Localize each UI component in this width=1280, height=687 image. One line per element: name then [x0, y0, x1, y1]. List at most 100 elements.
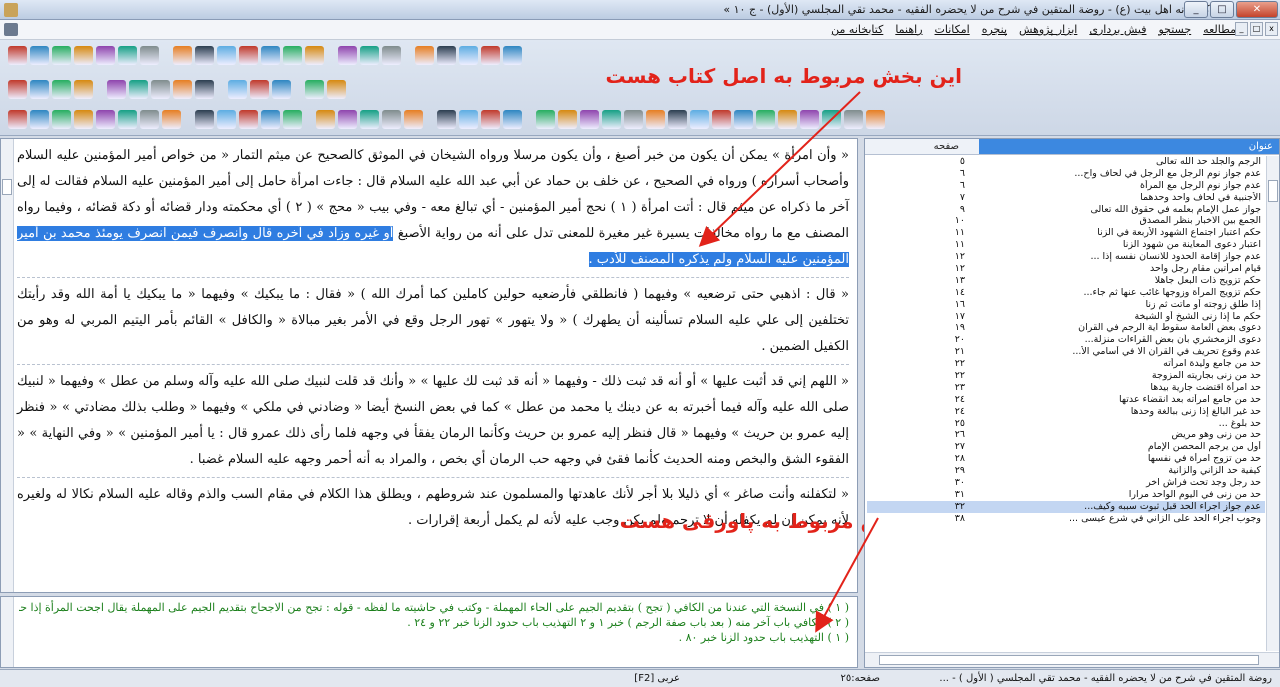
toolbar-button-icon[interactable] [646, 109, 665, 129]
menu-fish[interactable]: فيش بردارى [1089, 23, 1146, 36]
toolbar-button-icon[interactable] [756, 109, 775, 129]
toc-row[interactable]: وجوب اجراء الحد على الزاني في شرع عيسى .… [867, 513, 1265, 525]
toolbar-button-icon[interactable] [140, 109, 159, 129]
toolbar-button-icon[interactable] [437, 109, 456, 129]
toolbar-button-icon[interactable] [107, 79, 126, 99]
footnote-scrollbar[interactable] [1, 597, 14, 667]
toc-row[interactable]: أول من يرجم المحصن الإمام ٢٧ [867, 441, 1265, 453]
toolbar-button-icon[interactable] [459, 109, 478, 129]
toolbar-button-icon[interactable] [239, 45, 258, 65]
toc-row[interactable]: عدم جواز نوم الرجل مع المرأة ٦ [867, 180, 1265, 192]
toc-row[interactable]: حد امرأة اقتضت جارية بيدها ٢٣ [867, 382, 1265, 394]
toc-hscrollbar[interactable] [865, 652, 1279, 667]
main-scrollbar[interactable] [1, 139, 14, 592]
toc-row[interactable]: عدم وقوع تحريف في القرآن الا في أسامي ال… [867, 346, 1265, 358]
toolbar-button-icon[interactable] [74, 45, 93, 65]
toolbar-button-icon[interactable] [580, 109, 599, 129]
toolbar-button-icon[interactable] [96, 109, 115, 129]
toolbar-button-icon[interactable] [338, 109, 357, 129]
toc-col-title[interactable]: عنوان [979, 139, 1279, 154]
toc-row[interactable]: دعوى بعض العامة سقوط آية الرجم في القرآن… [867, 322, 1265, 334]
toc-row[interactable]: حد من زنى وهو مريض ٢٦ [867, 429, 1265, 441]
toc-row[interactable]: عدم جواز نوم الرجل مع الرجل في لحاف واح.… [867, 168, 1265, 180]
toolbar-button-icon[interactable] [459, 45, 478, 65]
toolbar-button-icon[interactable] [624, 109, 643, 129]
toc-row[interactable]: حد بلوغ ... ٢٥ [867, 418, 1265, 430]
menu-ketabkhaneh[interactable]: كتابخانه من [831, 23, 883, 36]
toolbar-button-icon[interactable] [437, 45, 456, 65]
menu-rahnama[interactable]: راهنما [895, 23, 922, 36]
toc-row[interactable]: حد من زنى بجاريته المزوجة ٢٢ [867, 370, 1265, 382]
toc-row[interactable]: قيام امرأتين مقام رجل واحد ١٢ [867, 263, 1265, 275]
toolbar-button-icon[interactable] [668, 109, 687, 129]
toc-row[interactable]: حد غير البالغ إذا زنى ببالغة وحدها ٢٤ [867, 406, 1265, 418]
minimize-button[interactable]: _ [1184, 1, 1208, 18]
toolbar-button-icon[interactable] [129, 79, 148, 99]
toc-row[interactable]: الرجم والجلد حد الله تعالى ٥ [867, 156, 1265, 168]
toolbar-button-icon[interactable] [866, 109, 885, 129]
menu-mataleh[interactable]: مطالعه [1203, 23, 1236, 36]
toolbar-button-icon[interactable] [602, 109, 621, 129]
toc-row[interactable]: الأجنبية في لحاف واحد وحدهما ٧ [867, 192, 1265, 204]
close-button[interactable]: ✕ [1236, 1, 1278, 18]
toolbar-button-icon[interactable] [283, 109, 302, 129]
toc-row[interactable]: حكم تزويج ذات البعل جاهلا ١٣ [867, 275, 1265, 287]
toolbar-button-icon[interactable] [74, 79, 93, 99]
toolbar-button-icon[interactable] [96, 45, 115, 65]
toolbar-button-icon[interactable] [800, 109, 819, 129]
toc-row[interactable]: دعوى الزمخشري بأن بعض القراءات منزلة... ٢… [867, 334, 1265, 346]
toolbar-button-icon[interactable] [228, 79, 247, 99]
toolbar-button-icon[interactable] [844, 109, 863, 129]
toolbar-button-icon[interactable] [481, 45, 500, 65]
toolbar-button-icon[interactable] [195, 109, 214, 129]
toolbar-button-icon[interactable] [74, 109, 93, 129]
toc-vscrollbar[interactable] [1266, 156, 1279, 651]
toolbar-button-icon[interactable] [327, 79, 346, 99]
menu-panjereh[interactable]: پنجره [982, 23, 1007, 36]
toolbar-button-icon[interactable] [360, 45, 379, 65]
toolbar-button-icon[interactable] [316, 109, 335, 129]
toolbar-button-icon[interactable] [162, 109, 181, 129]
toolbar-button-icon[interactable] [30, 45, 49, 65]
toolbar-button-icon[interactable] [30, 109, 49, 129]
toolbar-button-icon[interactable] [140, 45, 159, 65]
footnote-pane[interactable]: ( ١ ) في النسخة التي عندنا من الكافي ( ت… [0, 596, 858, 668]
menu-emkanat[interactable]: امكانات [935, 23, 970, 36]
toolbar-button-icon[interactable] [30, 79, 49, 99]
toolbar-button-icon[interactable] [778, 109, 797, 129]
toolbar-button-icon[interactable] [382, 109, 401, 129]
toc-row[interactable]: جواز عمل الإمام بعلمه في حقوق الله تعالى… [867, 204, 1265, 216]
toolbar-button-icon[interactable] [8, 45, 27, 65]
toc-row[interactable]: حكم تزويج المرأة وزوجها غائب عنها ثم جاء… [867, 287, 1265, 299]
toolbar-button-icon[interactable] [503, 45, 522, 65]
toolbar-button-icon[interactable] [822, 109, 841, 129]
toolbar-button-icon[interactable] [250, 79, 269, 99]
toolbar-button-icon[interactable] [118, 109, 137, 129]
toc-row[interactable]: اعتبار دعوى المعاينة من شهود الزنا ١١ [867, 239, 1265, 251]
toolbar-button-icon[interactable] [283, 45, 302, 65]
toolbar-button-icon[interactable] [734, 109, 753, 129]
toolbar-button-icon[interactable] [712, 109, 731, 129]
toolbar-button-icon[interactable] [261, 45, 280, 65]
toolbar-button-icon[interactable] [360, 109, 379, 129]
toc-row[interactable]: كيفية حد الزاني والزانية ٢٩ [867, 465, 1265, 477]
toolbar-button-icon[interactable] [305, 45, 324, 65]
toc-row[interactable]: عدم جواز اجراء الحد قبل ثبوت سببه وكيف..… [867, 500, 1265, 513]
toc-row[interactable]: إذا طلق زوجته أو ماتت ثم زنا ١٦ [867, 299, 1265, 311]
toolbar-button-icon[interactable] [690, 109, 709, 129]
toolbar-button-icon[interactable] [52, 45, 71, 65]
mdi-close-button[interactable]: x [1265, 22, 1278, 36]
toolbar-button-icon[interactable] [52, 109, 71, 129]
mdi-restore-button[interactable]: □ [1250, 22, 1263, 36]
toolbar-button-icon[interactable] [481, 109, 500, 129]
toolbar-button-icon[interactable] [151, 79, 170, 99]
toolbar-button-icon[interactable] [536, 109, 555, 129]
toolbar-button-icon[interactable] [272, 79, 291, 99]
menu-abzar[interactable]: ابزار پژوهش [1019, 23, 1077, 36]
toc-row[interactable]: حد من تزوج امرأة في نفسها ٢٨ [867, 453, 1265, 465]
toolbar-button-icon[interactable] [195, 45, 214, 65]
toolbar-button-icon[interactable] [261, 109, 280, 129]
toolbar-button-icon[interactable] [118, 45, 137, 65]
toolbar-button-icon[interactable] [404, 109, 423, 129]
toc-row[interactable]: حكم اعتبار اجتماع الشهود الأربعة في الزن… [867, 227, 1265, 239]
